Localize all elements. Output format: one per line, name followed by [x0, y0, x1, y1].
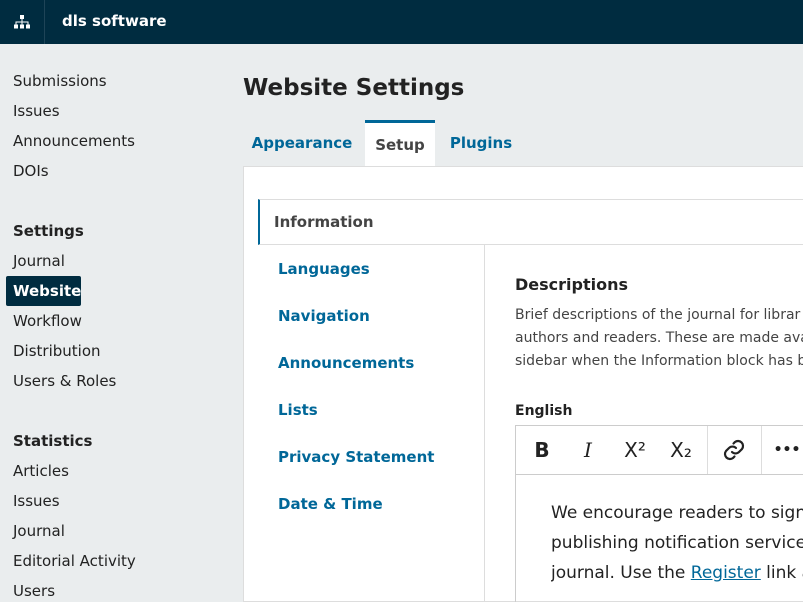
tab-setup[interactable]: Setup [365, 120, 435, 166]
sidebar-item-stats-journal[interactable]: Journal [13, 521, 65, 541]
field-label-english: English [515, 403, 573, 419]
top-bar: dls software [0, 0, 803, 44]
sidebar-nav: Submissions Issues Announcements DOIs Se… [0, 44, 243, 602]
sidebar-item-journal[interactable]: Journal [13, 251, 65, 271]
sidebar-item-stats-articles[interactable]: Articles [13, 461, 69, 481]
subnav-item-privacy-statement[interactable]: Privacy Statement [258, 434, 484, 480]
subnav-item-date-time[interactable]: Date & Time [258, 481, 484, 527]
subnav-item-information[interactable]: Information [258, 199, 485, 245]
editor-line: journal. Use the Register link at [551, 558, 803, 588]
page-title: Website Settings [243, 75, 465, 101]
divider [484, 199, 803, 200]
sidebar-item-stats-issues[interactable]: Issues [13, 491, 60, 511]
editor-line: We encourage readers to sign u [551, 503, 803, 523]
tab-appearance[interactable]: Appearance [243, 120, 361, 166]
toolbar-separator [761, 426, 762, 474]
subscript-button[interactable]: X₂ [660, 426, 702, 474]
site-name[interactable]: dls software [62, 12, 167, 30]
register-link[interactable]: Register [691, 563, 761, 583]
italic-button[interactable]: I [568, 426, 608, 474]
editor-toolbar: B I X² X₂ ••• [516, 426, 803, 475]
description-line: authors and readers. These are made ava [515, 330, 803, 346]
editor-line: publishing notification service f [551, 533, 803, 553]
sidebar-item-website[interactable]: Website [6, 276, 81, 306]
divider [484, 244, 803, 245]
description-line: sidebar when the Information block has b [515, 353, 803, 369]
subnav-item-lists[interactable]: Lists [258, 387, 484, 433]
superscript-button[interactable]: X² [614, 426, 656, 474]
sidebar-heading-settings: Settings [13, 222, 84, 240]
subnav-item-navigation[interactable]: Navigation [258, 293, 484, 339]
rich-text-editor[interactable]: B I X² X₂ ••• We encourage readers to si… [515, 425, 803, 602]
editor-text: link at [766, 563, 803, 583]
tab-plugins[interactable]: Plugins [443, 120, 519, 166]
sidebar-item-issues[interactable]: Issues [13, 101, 60, 121]
dashboard-home-button[interactable] [0, 0, 45, 44]
sidebar-item-users-roles[interactable]: Users & Roles [13, 371, 116, 391]
section-description: Brief descriptions of the journal for li… [515, 304, 803, 373]
section-title: Descriptions [515, 275, 629, 294]
subnav-item-languages[interactable]: Languages [258, 246, 484, 292]
sitemap-icon [14, 15, 30, 29]
description-line: Brief descriptions of the journal for li… [515, 307, 801, 323]
link-icon [723, 439, 745, 461]
sidebar-item-stats-users[interactable]: Users [13, 581, 55, 601]
sidebar-item-stats-editorial-activity[interactable]: Editorial Activity [13, 551, 136, 571]
sidebar-heading-statistics: Statistics [13, 432, 93, 450]
setup-panel: Information Languages Navigation Announc… [243, 166, 803, 602]
settings-tabs: Appearance Setup Plugins [243, 120, 803, 166]
bold-button[interactable]: B [516, 426, 568, 474]
link-button[interactable] [708, 426, 760, 474]
sidebar-item-workflow[interactable]: Workflow [13, 311, 82, 331]
subnav-item-announcements[interactable]: Announcements [258, 340, 484, 386]
main-area: Website Settings Appearance Setup Plugin… [243, 44, 803, 602]
editor-text: journal. Use the [551, 563, 691, 583]
sidebar-item-dois[interactable]: DOIs [13, 161, 49, 181]
sidebar-item-distribution[interactable]: Distribution [13, 341, 101, 361]
more-options-button[interactable]: ••• [766, 426, 803, 474]
sidebar-item-announcements[interactable]: Announcements [13, 131, 135, 151]
sidebar-item-submissions[interactable]: Submissions [13, 71, 107, 91]
editor-content[interactable]: We encourage readers to sign u publishin… [551, 498, 803, 588]
divider [484, 245, 485, 602]
